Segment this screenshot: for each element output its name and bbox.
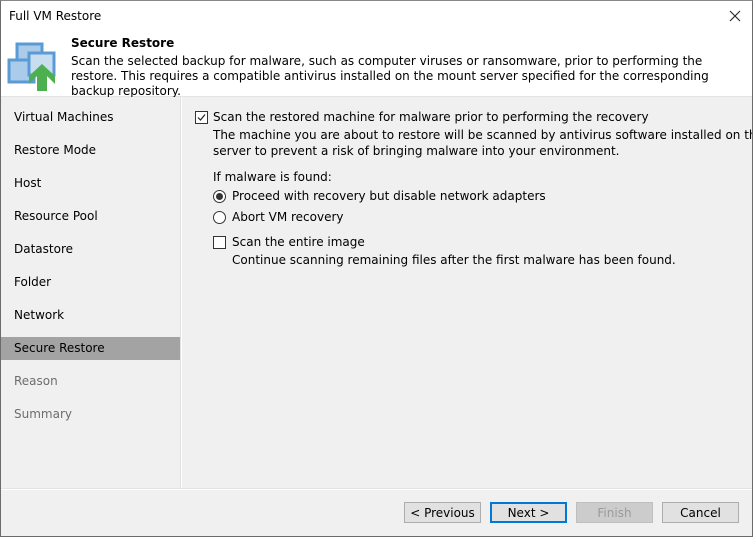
sidebar-item-virtual-machines[interactable]: Virtual Machines xyxy=(1,106,180,129)
scan-entire-image-label[interactable]: Scan the entire image xyxy=(232,235,365,249)
sidebar-item-restore-mode[interactable]: Restore Mode xyxy=(1,139,180,162)
scan-malware-description-line1: The machine you are about to restore wil… xyxy=(213,128,753,142)
abort-vm-recovery-label[interactable]: Abort VM recovery xyxy=(232,210,344,224)
scan-entire-image-checkbox[interactable] xyxy=(213,236,226,249)
wizard-steps-sidebar: Virtual Machines Restore Mode Host Resou… xyxy=(1,97,181,489)
sidebar-item-secure-restore[interactable]: Secure Restore xyxy=(1,337,180,360)
page-description: Scan the selected backup for malware, su… xyxy=(71,54,709,98)
abort-vm-recovery-radio[interactable] xyxy=(213,211,226,224)
sidebar-item-summary: Summary xyxy=(14,407,72,421)
secure-restore-panel: Scan the restored machine for malware pr… xyxy=(182,97,752,489)
scan-malware-description-line2: server to prevent a risk of bringing mal… xyxy=(213,144,620,158)
sidebar-item-reason: Reason xyxy=(14,374,58,388)
window-title: Full VM Restore xyxy=(9,9,102,23)
wizard-header: Secure Restore Scan the selected backup … xyxy=(1,31,752,98)
sidebar-item-network[interactable]: Network xyxy=(1,304,180,327)
footer-divider xyxy=(1,489,752,490)
sidebar-item-host[interactable]: Host xyxy=(1,172,180,195)
sidebar-item-resource-pool[interactable]: Resource Pool xyxy=(1,205,180,228)
next-button[interactable]: Next > xyxy=(490,502,567,523)
proceed-disable-network-label[interactable]: Proceed with recovery but disable networ… xyxy=(232,189,546,203)
scan-malware-checkbox[interactable] xyxy=(195,111,208,124)
scan-malware-label[interactable]: Scan the restored machine for malware pr… xyxy=(213,110,649,124)
close-button[interactable] xyxy=(718,1,752,31)
scan-entire-image-description: Continue scanning remaining files after … xyxy=(232,253,676,267)
title-bar: Full VM Restore xyxy=(1,1,752,31)
close-icon xyxy=(729,10,741,22)
vm-restore-upload-icon xyxy=(7,42,56,91)
cancel-button[interactable]: Cancel xyxy=(662,502,739,523)
malware-found-label: If malware is found: xyxy=(213,170,332,184)
proceed-disable-network-radio[interactable] xyxy=(213,190,226,203)
checkmark-icon xyxy=(197,114,206,121)
page-title: Secure Restore xyxy=(71,36,175,50)
radio-selected-dot xyxy=(216,193,223,200)
full-vm-restore-window: Full VM Restore Secure Restore Scan the … xyxy=(0,0,753,537)
sidebar-item-datastore[interactable]: Datastore xyxy=(1,238,180,261)
previous-button[interactable]: < Previous xyxy=(404,502,481,523)
sidebar-item-folder[interactable]: Folder xyxy=(1,271,180,294)
finish-button: Finish xyxy=(576,502,653,523)
